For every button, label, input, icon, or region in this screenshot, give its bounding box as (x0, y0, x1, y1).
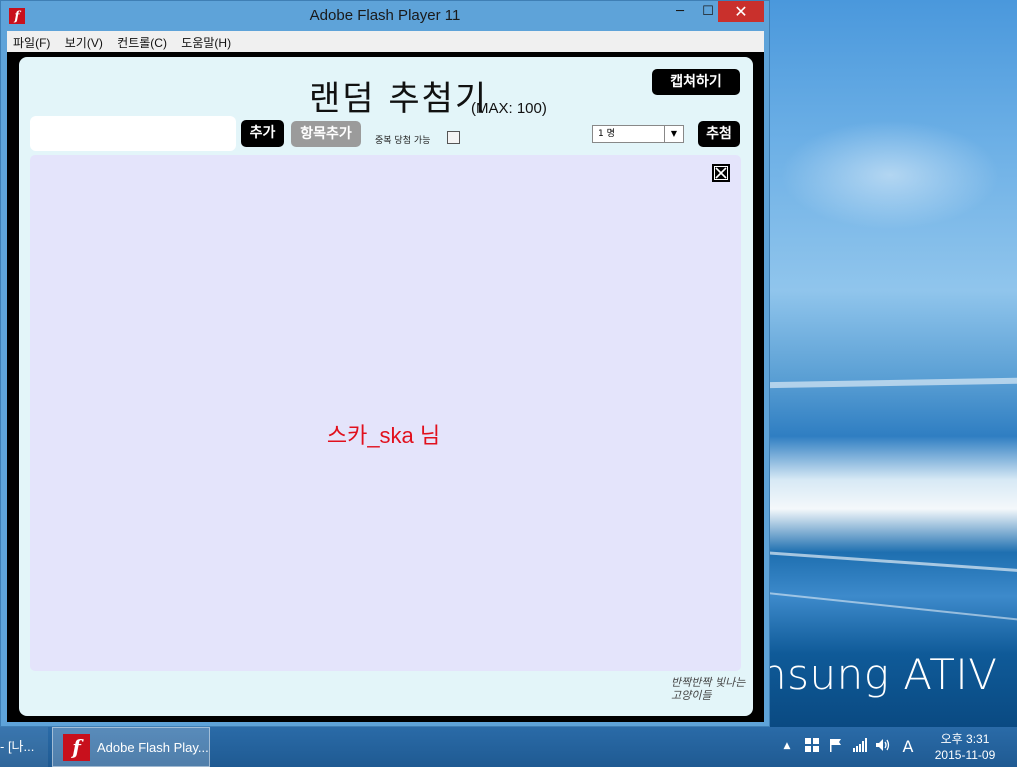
clock[interactable]: 오후 3:31 2015-11-09 (925, 731, 1005, 763)
menu-bar: 파일(F) 보기(V) 컨트롤(C) 도움말(H) (7, 31, 764, 52)
winner-result-text: 스카_ska 님 (326, 423, 441, 448)
item-name-input[interactable] (30, 116, 236, 151)
menu-file[interactable]: 파일(F) (7, 31, 55, 51)
clock-date: 2015-11-09 (934, 748, 996, 762)
raffle-stage: 랜덤 추첨기 (MAX: 100) 캡쳐하기 추가 항목추가 중복 당첨 가능 … (19, 57, 753, 716)
flag-icon[interactable] (828, 738, 844, 754)
duplicate-win-label: 중복 당첨 가능 (375, 136, 431, 146)
add-item-button[interactable]: 항목추가 (291, 121, 361, 147)
chevron-up-icon[interactable]: ▲ (782, 741, 792, 757)
dropdown-arrow-icon[interactable]: ▼ (664, 126, 683, 142)
wallpaper-streak (759, 377, 1017, 389)
flag-icon (830, 739, 841, 752)
taskbar: - [나... f Adobe Flash Play... ▲ A 오후 3:3… (0, 727, 1017, 767)
menu-view[interactable]: 보기(V) (59, 31, 108, 51)
volume-icon[interactable] (874, 738, 890, 754)
signal-icon (853, 738, 867, 752)
winner-count-select[interactable]: 1 명 ▼ (592, 125, 684, 143)
signature-line: 고양이들 (671, 689, 712, 702)
capture-button[interactable]: 캡쳐하기 (652, 69, 740, 95)
minimize-button[interactable]: ─ (666, 1, 694, 22)
winner-count-value: 1 명 (598, 129, 615, 139)
wallpaper-streak (760, 550, 1017, 573)
close-x-icon (714, 166, 728, 180)
windows-icon[interactable] (804, 738, 820, 754)
wallpaper-cloud (780, 120, 1000, 230)
add-button[interactable]: 추가 (241, 120, 284, 147)
taskbar-item-flash-player[interactable]: f Adobe Flash Play... (52, 727, 210, 767)
flash-player-window: f Adobe Flash Player 11 ─ ☐ ✕ 파일(F) 보기(V… (0, 0, 770, 727)
clear-results-icon[interactable] (712, 164, 730, 182)
signature-line: 반짝반짝 빛나는 (671, 676, 746, 689)
taskbar-item-label: Adobe Flash Play... (97, 740, 209, 755)
signal-icon[interactable] (852, 738, 868, 754)
draw-button[interactable]: 추첨 (698, 121, 740, 147)
flash-content-area: 랜덤 추첨기 (MAX: 100) 캡쳐하기 추가 항목추가 중복 당첨 가능 … (7, 52, 764, 722)
clock-time: 오후 3:31 (940, 732, 990, 746)
signature-logo: 반짝반짝 빛나는 고양이들 (671, 676, 745, 702)
close-button[interactable]: ✕ (718, 1, 764, 22)
title-bar[interactable]: f Adobe Flash Player 11 ─ ☐ ✕ (1, 1, 769, 31)
duplicate-win-checkbox[interactable] (447, 131, 460, 144)
flash-icon: f (63, 734, 90, 761)
menu-control[interactable]: 컨트롤(C) (111, 31, 172, 51)
window-title: Adobe Flash Player 11 (309, 7, 461, 24)
page-title: 랜덤 추첨기 (309, 79, 489, 119)
result-panel: 스카_ska 님 (30, 155, 741, 671)
menu-help[interactable]: 도움말(H) (175, 31, 236, 51)
ime-icon[interactable]: A (900, 737, 916, 756)
max-note: (MAX: 100) (471, 100, 547, 117)
wallpaper-streak (760, 591, 1017, 621)
wallpaper-brand-text: nsung ATIV (760, 650, 998, 699)
windows-icon (805, 738, 819, 752)
taskbar-item-previous[interactable]: - [나... (0, 727, 48, 767)
volume-icon (875, 739, 889, 751)
